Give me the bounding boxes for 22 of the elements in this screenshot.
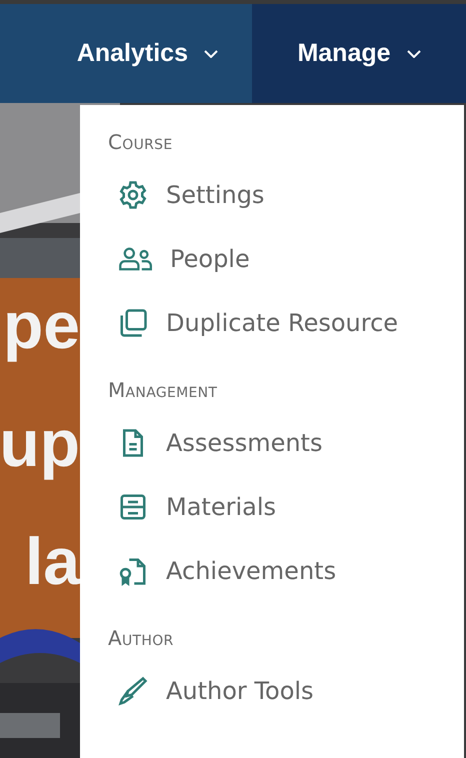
copy-icon: [118, 308, 148, 338]
people-icon: [118, 247, 152, 271]
pen-icon: [118, 676, 148, 706]
menu-item[interactable]: Duplicate Resource: [108, 291, 464, 355]
hero-heading-text: la: [24, 523, 80, 600]
menu-item[interactable]: Author Tools: [108, 659, 464, 723]
chevron-down-icon: [406, 50, 421, 58]
hero-heading-text: pe: [2, 287, 80, 364]
menu-item[interactable]: People: [108, 227, 464, 291]
chevron-down-icon: [204, 50, 218, 58]
section-heading: Author: [108, 625, 175, 652]
award-document-icon: [118, 556, 148, 586]
section-heading: Management: [108, 377, 218, 404]
menu-item[interactable]: Materials: [108, 475, 464, 539]
cabinet-icon: [118, 492, 148, 522]
gear-icon: [118, 180, 148, 210]
menu-item[interactable]: Settings: [108, 163, 464, 227]
hero-heading-text: up: [0, 405, 80, 482]
menu-item[interactable]: Achievements: [108, 539, 464, 603]
nav-menu-button[interactable]: Manage: [252, 4, 466, 103]
menu-item[interactable]: Assessments: [108, 411, 464, 475]
section-heading: Course: [108, 129, 174, 156]
